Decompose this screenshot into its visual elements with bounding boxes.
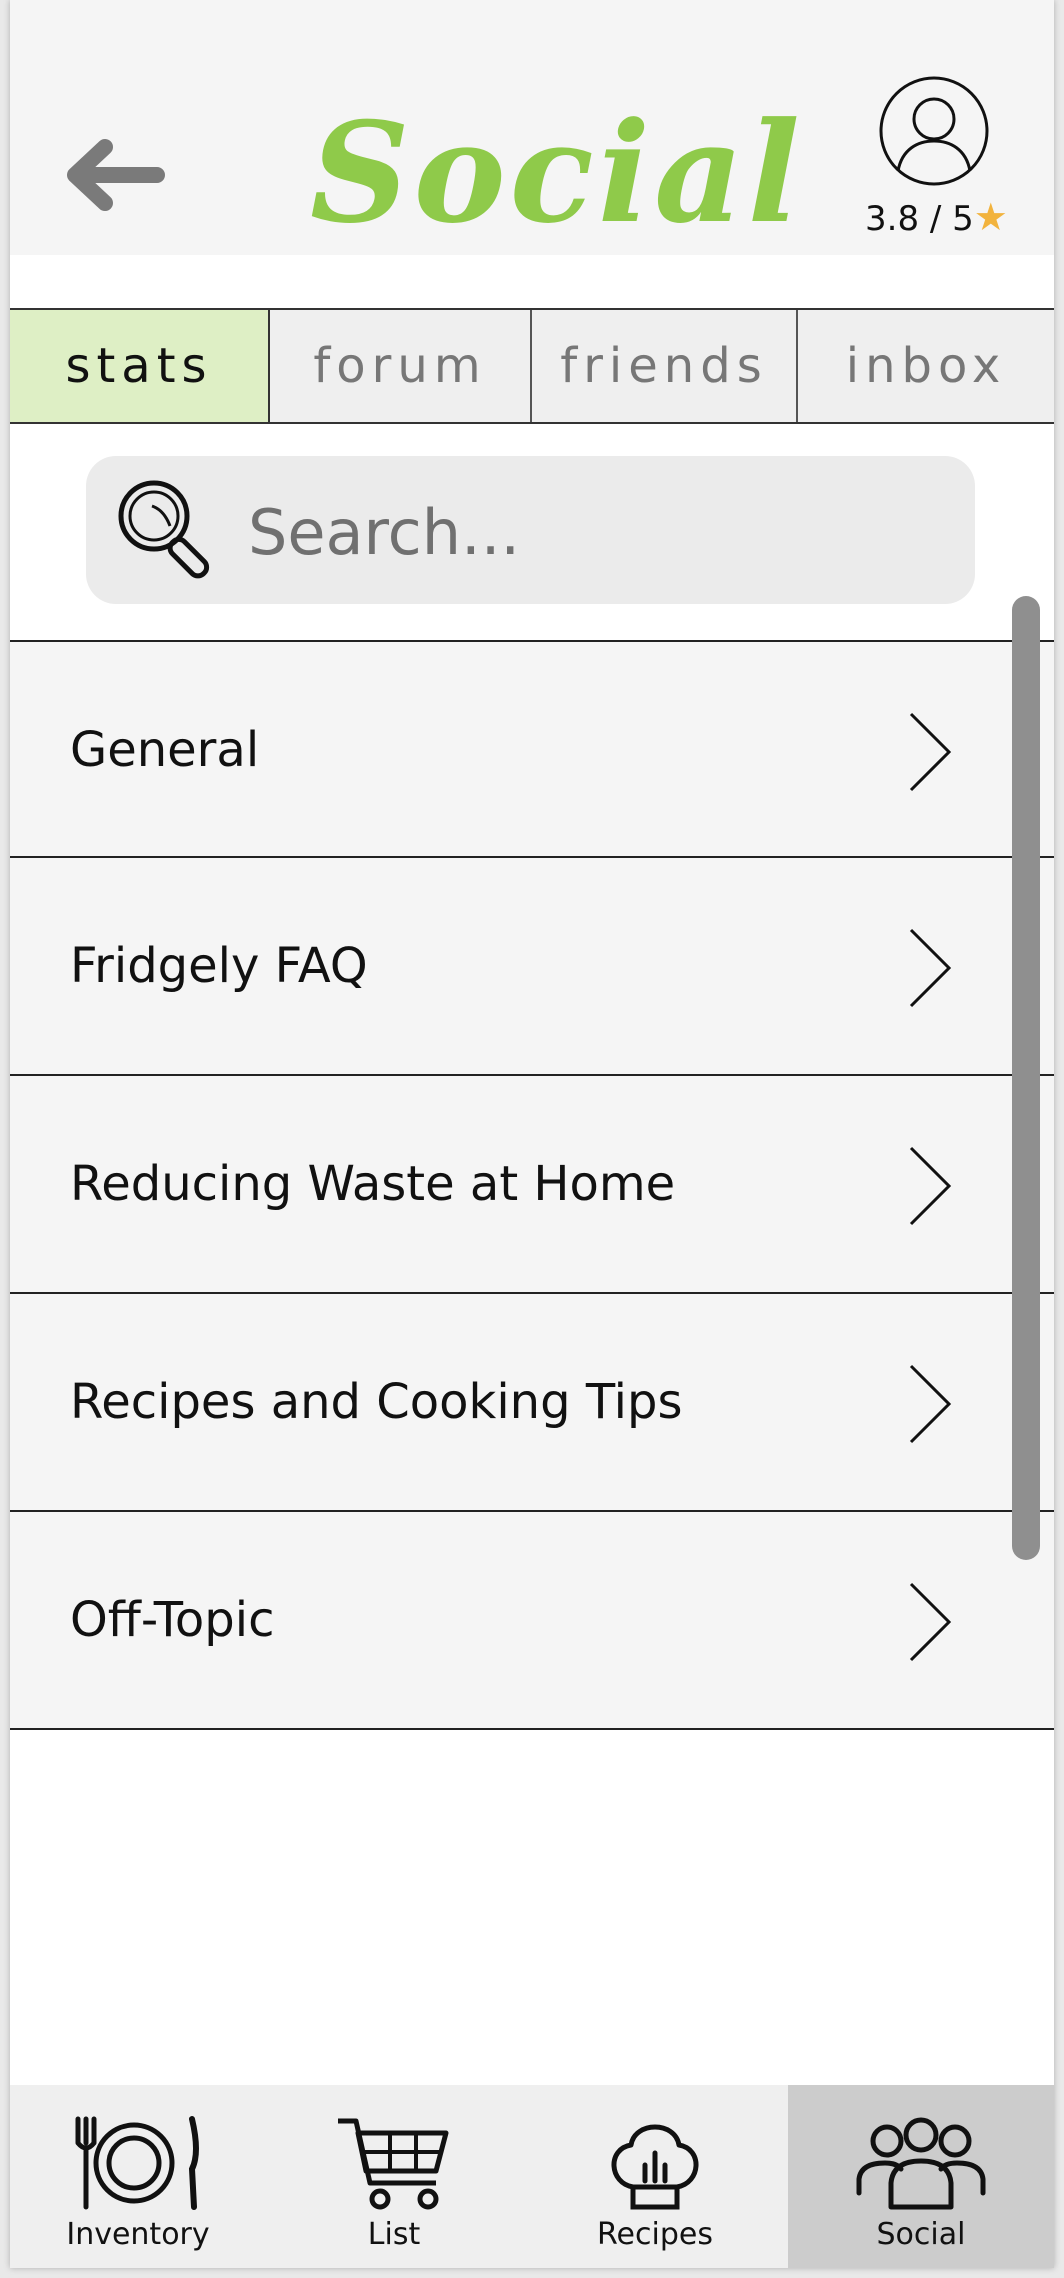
nav-label: Recipes — [597, 2217, 713, 2252]
scrollbar-thumb[interactable] — [1012, 596, 1040, 1560]
back-button[interactable] — [58, 130, 168, 220]
rating-value: 3.8 / 5 — [865, 199, 974, 239]
tab-stats[interactable]: stats — [10, 310, 270, 422]
search-input[interactable] — [246, 486, 950, 578]
back-arrow-icon — [67, 139, 165, 211]
list-item-label: Recipes and Cooking Tips — [70, 1374, 683, 1430]
nav-label: Social — [876, 2217, 966, 2252]
plate-cutlery-icon — [75, 2116, 199, 2210]
tab-friends[interactable]: friends — [532, 310, 798, 422]
user-rating: 3.8 / 5★ — [865, 195, 1015, 239]
search-bar[interactable] — [86, 456, 975, 604]
list-item-general[interactable]: General — [10, 640, 1054, 858]
tab-forum[interactable]: forum — [270, 310, 532, 422]
chef-hat-icon — [611, 2124, 699, 2210]
nav-label: Inventory — [66, 2217, 210, 2252]
list-item-off-topic[interactable]: Off-Topic — [10, 1512, 1054, 1730]
cart-icon — [338, 2118, 449, 2210]
avatar-icon[interactable] — [878, 75, 990, 187]
list-item-reducing-waste[interactable]: Reducing Waste at Home — [10, 1076, 1054, 1294]
star-icon: ★ — [973, 195, 1008, 239]
chevron-right-icon — [909, 1582, 952, 1662]
list-item-label: Fridgely FAQ — [70, 938, 368, 994]
chevron-right-icon — [909, 1364, 952, 1444]
app-screen: Social 3.8 / 5★ stats forum friends inbo… — [10, 0, 1054, 2268]
tab-bar: stats forum friends inbox — [10, 308, 1054, 424]
group-icon — [856, 2117, 986, 2210]
nav-inventory[interactable]: Inventory — [10, 2085, 266, 2268]
nav-social[interactable]: Social — [788, 2085, 1054, 2268]
chevron-right-icon — [909, 712, 952, 792]
list-item-label: Off-Topic — [70, 1592, 275, 1648]
page-title: Social — [310, 91, 804, 254]
nav-list[interactable]: List — [266, 2085, 522, 2268]
list-item-recipes-tips[interactable]: Recipes and Cooking Tips — [10, 1294, 1054, 1512]
chevron-right-icon — [909, 1146, 952, 1226]
list-item-fridgely-faq[interactable]: Fridgely FAQ — [10, 858, 1054, 1076]
search-icon — [118, 480, 210, 579]
tab-inbox[interactable]: inbox — [798, 310, 1054, 422]
profile-block: 3.8 / 5★ — [865, 75, 1008, 245]
topic-list: General Fridgely FAQ Reducing Waste at H… — [10, 640, 1054, 1730]
list-item-label: General — [70, 722, 260, 778]
bottom-nav: Inventory List Recipes Social — [10, 2085, 1054, 2268]
list-item-label: Reducing Waste at Home — [70, 1156, 676, 1212]
nav-label: List — [367, 2217, 421, 2252]
chevron-right-icon — [909, 928, 952, 1008]
nav-recipes[interactable]: Recipes — [522, 2085, 788, 2268]
header: Social 3.8 / 5★ — [10, 0, 1054, 255]
